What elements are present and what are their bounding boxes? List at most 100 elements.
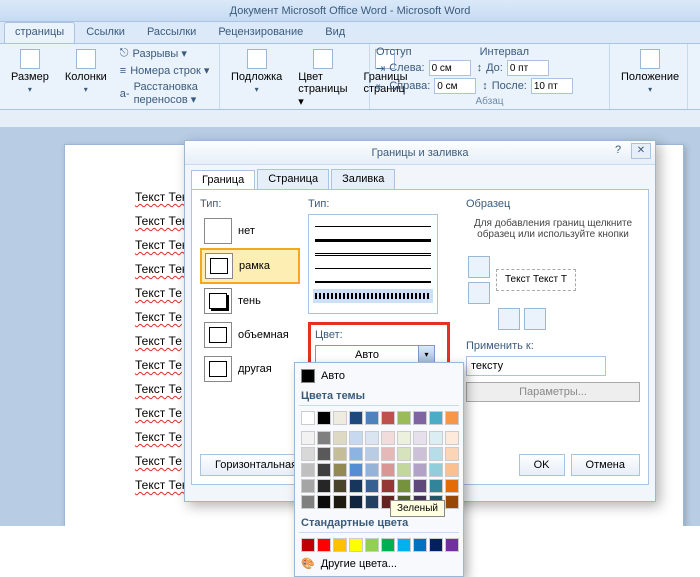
hyphenation-button[interactable]: a-Расстановка переносов ▾ [118, 80, 213, 107]
color-swatch[interactable] [365, 431, 379, 445]
tab-page[interactable]: Страница [257, 169, 329, 189]
tab-shading[interactable]: Заливка [331, 169, 395, 189]
color-swatch[interactable] [413, 479, 427, 493]
color-swatch[interactable] [381, 463, 395, 477]
color-swatch[interactable] [429, 411, 443, 425]
color-swatch[interactable] [365, 495, 379, 509]
color-swatch[interactable] [413, 463, 427, 477]
ribbon-tab-page-layout[interactable]: страницы [4, 22, 75, 43]
color-swatch[interactable] [365, 463, 379, 477]
type-custom[interactable]: другая [200, 352, 300, 386]
type-shadow[interactable]: тень [200, 284, 300, 318]
color-swatch[interactable] [413, 431, 427, 445]
border-right-button[interactable] [524, 308, 546, 330]
color-swatch[interactable] [349, 538, 363, 552]
color-swatch[interactable] [301, 411, 315, 425]
palette-other[interactable]: 🎨Другие цвета... [299, 555, 459, 572]
watermark-button[interactable]: Подложка▾ [226, 46, 287, 97]
color-swatch[interactable] [317, 495, 331, 509]
indent-left[interactable]: ⇥Слева: [376, 60, 471, 76]
color-swatch[interactable] [381, 479, 395, 493]
color-swatch[interactable] [317, 447, 331, 461]
color-swatch[interactable] [301, 447, 315, 461]
cancel-button[interactable]: Отмена [571, 454, 640, 476]
type-3d[interactable]: объемная [200, 318, 300, 352]
page-color-button[interactable]: Цвет страницы ▾ [293, 46, 352, 111]
color-swatch[interactable] [445, 431, 459, 445]
breaks-button[interactable]: ⎋Разрывы ▾ [118, 46, 213, 61]
color-swatch[interactable] [445, 411, 459, 425]
color-swatch[interactable] [333, 538, 347, 552]
color-swatch[interactable] [301, 431, 315, 445]
color-swatch[interactable] [397, 479, 411, 493]
type-box[interactable]: рамка [200, 248, 300, 284]
line-numbers-button[interactable]: ≡Номера строк ▾ [118, 63, 213, 78]
color-swatch[interactable] [429, 479, 443, 493]
color-swatch[interactable] [317, 463, 331, 477]
columns-button[interactable]: Колонки▾ [60, 46, 112, 97]
border-bottom-button[interactable] [468, 282, 490, 304]
color-swatch[interactable] [301, 495, 315, 509]
color-swatch[interactable] [445, 479, 459, 493]
spacing-before[interactable]: ↕До: [477, 60, 549, 76]
color-swatch[interactable] [429, 431, 443, 445]
color-swatch[interactable] [381, 411, 395, 425]
color-swatch[interactable] [349, 495, 363, 509]
color-swatch[interactable] [429, 538, 443, 552]
color-swatch[interactable] [333, 431, 347, 445]
color-swatch[interactable] [397, 411, 411, 425]
ribbon-tab-mailings[interactable]: Рассылки [136, 22, 207, 43]
color-swatch[interactable] [333, 411, 347, 425]
color-swatch[interactable] [445, 495, 459, 509]
color-swatch[interactable] [333, 447, 347, 461]
ribbon-tab-view[interactable]: Вид [314, 22, 356, 43]
color-swatch[interactable] [333, 463, 347, 477]
color-swatch[interactable] [365, 538, 379, 552]
color-swatch[interactable] [317, 411, 331, 425]
dialog-close-button[interactable]: ✕ [631, 143, 651, 159]
apply-to-select[interactable]: тексту [466, 356, 606, 376]
color-swatch[interactable] [397, 447, 411, 461]
color-swatch[interactable] [397, 463, 411, 477]
color-swatch[interactable] [349, 463, 363, 477]
dialog-help-button[interactable]: ? [609, 143, 627, 159]
color-swatch[interactable] [413, 411, 427, 425]
border-left-button[interactable] [498, 308, 520, 330]
color-swatch[interactable] [365, 447, 379, 461]
color-swatch[interactable] [349, 447, 363, 461]
color-swatch[interactable] [333, 479, 347, 493]
color-swatch[interactable] [301, 538, 315, 552]
ribbon-tab-references[interactable]: Ссылки [75, 22, 136, 43]
ok-button[interactable]: OK [519, 454, 565, 476]
color-swatch[interactable] [445, 447, 459, 461]
style-listbox[interactable] [308, 214, 438, 314]
border-top-button[interactable] [468, 256, 490, 278]
color-swatch[interactable] [317, 431, 331, 445]
color-swatch[interactable] [429, 447, 443, 461]
color-swatch[interactable] [381, 431, 395, 445]
color-swatch[interactable] [381, 447, 395, 461]
color-swatch[interactable] [333, 495, 347, 509]
color-swatch[interactable] [365, 411, 379, 425]
palette-auto[interactable]: Авто [299, 367, 459, 385]
position-button[interactable]: Положение▾ [616, 46, 684, 97]
color-swatch[interactable] [349, 411, 363, 425]
color-swatch[interactable] [317, 479, 331, 493]
color-swatch[interactable] [301, 463, 315, 477]
tab-border[interactable]: Граница [191, 170, 255, 190]
color-swatch[interactable] [413, 447, 427, 461]
color-swatch[interactable] [397, 431, 411, 445]
size-button[interactable]: Размер▾ [6, 46, 54, 97]
sample-preview[interactable]: Текст Текст Т [496, 269, 576, 291]
color-swatch[interactable] [429, 463, 443, 477]
params-button[interactable]: Параметры... [466, 382, 640, 402]
color-swatch[interactable] [301, 479, 315, 493]
color-swatch[interactable] [381, 538, 395, 552]
spacing-after[interactable]: ↕После: [482, 78, 573, 94]
ribbon-tab-review[interactable]: Рецензирование [207, 22, 314, 43]
color-swatch[interactable] [365, 479, 379, 493]
indent-right[interactable]: ⇤Справа: [376, 78, 476, 94]
color-swatch[interactable] [445, 463, 459, 477]
color-swatch[interactable] [445, 538, 459, 552]
color-swatch[interactable] [317, 538, 331, 552]
